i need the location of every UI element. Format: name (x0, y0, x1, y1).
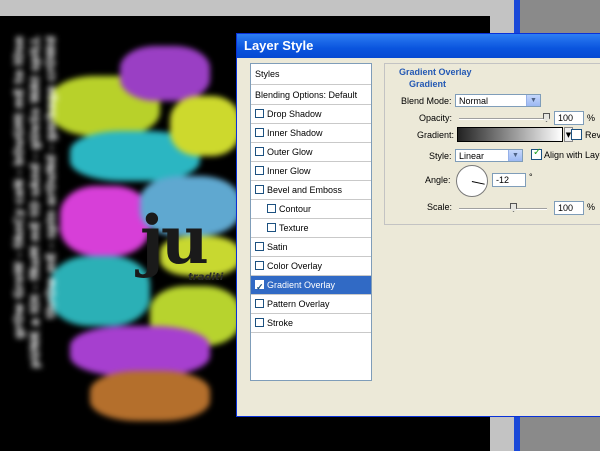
section-title: Gradient Overlay (399, 67, 472, 77)
blend-mode-select[interactable]: Normal ▼ (455, 94, 541, 107)
satin-checkbox[interactable] (255, 242, 264, 252)
styles-item-label: Blending Options: Default (255, 90, 358, 100)
styles-item-contour[interactable]: Contour (251, 200, 371, 219)
styles-item-stroke[interactable]: Stroke (251, 314, 371, 333)
dialog-title[interactable]: Layer Style (237, 34, 600, 58)
group-title: Gradient (409, 79, 447, 89)
angle-dial[interactable] (456, 165, 488, 197)
style-select[interactable]: Linear ▼ (455, 149, 523, 162)
styles-item-styles[interactable]: Styles (251, 64, 371, 85)
artwork-small-text: traditi (188, 272, 224, 283)
artwork-text-line: thrOw mE - spIn arOuNd - garbage crOWd (44, 36, 58, 319)
inner-glow-checkbox[interactable] (255, 166, 264, 176)
styles-item-gradient-overlay[interactable]: Gradient Overlay (251, 276, 371, 297)
align-with-layer-checkbox[interactable] (531, 147, 542, 160)
angle-label: Angle: (425, 175, 451, 185)
color-overlay-checkbox[interactable] (255, 261, 264, 271)
gradient-overlay-checkbox[interactable] (255, 278, 264, 297)
angle-field[interactable]: -12 (492, 173, 526, 187)
styles-item-label: Gradient Overlay (267, 280, 336, 290)
styles-item-label: Inner Shadow (267, 128, 323, 138)
styles-item-label: Contour (279, 204, 312, 214)
blend-mode-label: Blend Mode: (401, 96, 452, 106)
angle-unit: ° (529, 172, 533, 182)
bevel-and-emboss-checkbox[interactable] (255, 185, 264, 195)
artwork-big-text: ju (140, 201, 209, 279)
styles-item-inner-glow[interactable]: Inner Glow (251, 162, 371, 181)
styles-item-label: Texture (279, 223, 309, 233)
styles-item-label: Outer Glow (267, 147, 313, 157)
style-label: Style: (429, 151, 452, 161)
opacity-label: Opacity: (419, 113, 453, 123)
styles-item-satin[interactable]: Satin (251, 238, 371, 257)
styles-item-label: Color Overlay (267, 261, 323, 271)
inner-shadow-checkbox[interactable] (255, 128, 264, 138)
outer-glow-checkbox[interactable] (255, 147, 264, 157)
reverse-label: Reve (585, 130, 600, 140)
styles-item-label: Pattern Overlay (267, 299, 330, 309)
styles-item-blending-options-default[interactable]: Blending Options: Default (251, 85, 371, 105)
gradient-label: Gradient: (417, 130, 455, 140)
opacity-field[interactable]: 100 (554, 111, 584, 125)
styles-item-pattern-overlay[interactable]: Pattern Overlay (251, 295, 371, 314)
styles-item-label: Drop Shadow (267, 109, 322, 119)
opacity-slider-track[interactable] (459, 118, 547, 120)
styles-item-outer-glow[interactable]: Outer Glow (251, 143, 371, 162)
styles-item-inner-shadow[interactable]: Inner Shadow (251, 124, 371, 143)
styles-item-bevel-and-emboss[interactable]: Bevel and Emboss (251, 181, 371, 200)
styles-item-color-overlay[interactable]: Color Overlay (251, 257, 371, 276)
scale-unit: % (587, 202, 596, 212)
styles-list: Styles Blending Options: Default Drop Shad… (250, 63, 372, 381)
styles-item-label: Satin (267, 242, 288, 252)
stroke-checkbox[interactable] (255, 318, 264, 328)
artwork-text-line: grOw GroW - fAnCy caN - bOuGHt mE to lOs… (12, 36, 26, 339)
styles-item-drop-shadow[interactable]: Drop Shadow (251, 105, 371, 124)
blend-mode-value: Normal (459, 96, 489, 106)
pattern-overlay-checkbox[interactable] (255, 299, 264, 309)
styles-item-texture[interactable]: Texture (251, 219, 371, 238)
chevron-down-icon: ▼ (508, 150, 522, 161)
gradient-preview[interactable] (457, 127, 563, 142)
styles-item-label: Stroke (267, 318, 294, 328)
scale-label: Scale: (427, 202, 453, 212)
texture-checkbox[interactable] (267, 223, 276, 233)
styles-item-label: Inner Glow (267, 166, 311, 176)
contour-checkbox[interactable] (267, 204, 276, 214)
layer-style-dialog: Layer Style Styles Blending Options: Defa… (236, 33, 600, 417)
artwork-text-line: pUNK a lOt - fRoM mE tO sAnd - gUeSs WAt… (28, 36, 42, 369)
styles-item-label: Bevel and Emboss (267, 185, 343, 195)
drop-shadow-checkbox[interactable] (255, 109, 264, 119)
opacity-unit: % (587, 113, 596, 123)
reverse-checkbox[interactable] (571, 129, 582, 140)
styles-item-label: Styles (255, 69, 280, 79)
align-with-layer-label: Align with Laye (544, 150, 600, 160)
chevron-down-icon: ▼ (526, 95, 540, 106)
scale-slider-track[interactable] (459, 208, 547, 210)
scale-field[interactable]: 100 (554, 201, 584, 215)
style-value: Linear (459, 151, 485, 161)
